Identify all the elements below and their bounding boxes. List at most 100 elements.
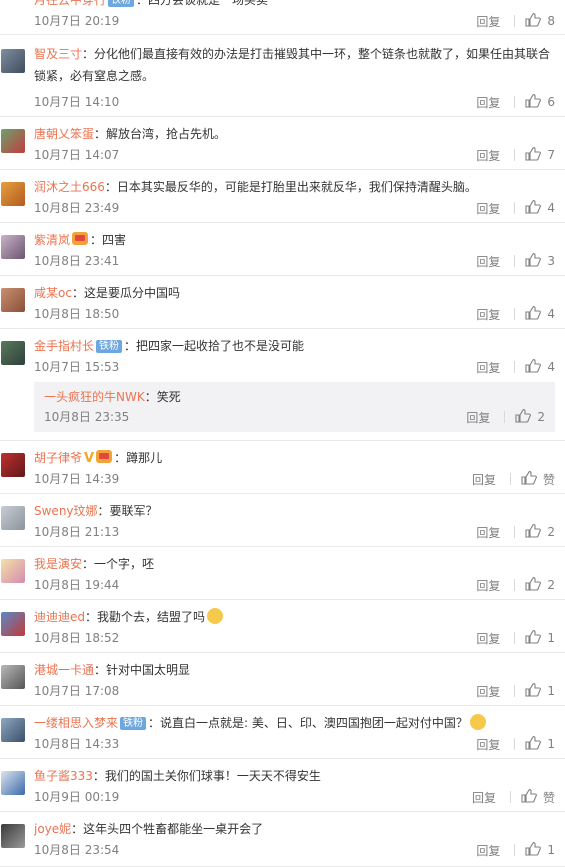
- like-button[interactable]: 4: [525, 199, 555, 217]
- comment-actions: 回复 2: [476, 523, 555, 541]
- vip-badge-icon: [96, 450, 113, 463]
- reply-button[interactable]: 回复: [476, 306, 500, 323]
- user-avatar[interactable]: [1, 288, 25, 312]
- like-button[interactable]: 1: [525, 629, 555, 647]
- action-divider: [514, 738, 516, 750]
- like-button[interactable]: 3: [525, 252, 555, 270]
- like-button[interactable]: 2: [525, 523, 555, 541]
- username-link[interactable]: Sweny玟娜: [34, 504, 98, 518]
- comment-text: ：我们的国土关你们球事！一天天不得安生: [92, 769, 321, 783]
- username-link[interactable]: 迪迪迪ed: [34, 610, 85, 624]
- user-avatar[interactable]: [1, 453, 25, 477]
- user-avatar[interactable]: [1, 718, 25, 742]
- reply-button[interactable]: 回复: [476, 683, 500, 700]
- like-button[interactable]: 赞: [521, 788, 555, 806]
- comment-time: 10月8日 23:49: [34, 201, 120, 215]
- username-link[interactable]: 胡子律爷: [34, 451, 82, 465]
- username-link[interactable]: 紫清岚: [34, 233, 70, 247]
- username-link[interactable]: 月在云中穿行: [34, 0, 106, 7]
- like-button[interactable]: 6: [525, 93, 555, 111]
- like-button[interactable]: 8: [525, 12, 555, 30]
- reply-button[interactable]: 回复: [476, 200, 500, 217]
- like-button[interactable]: 2: [515, 408, 545, 426]
- reply-button[interactable]: 回复: [476, 736, 500, 753]
- username-link[interactable]: 鱼子酱333: [34, 769, 93, 783]
- comment-actions: 回复 4: [476, 305, 555, 323]
- comment-content: 月在云中穿行 铁粉 ：四方会谈就是一场买卖: [34, 0, 555, 11]
- user-avatar[interactable]: [1, 824, 25, 848]
- comment-content: 唐朝乂笨蛋：解放台湾，抢占先机。: [34, 123, 555, 145]
- username-link[interactable]: 智及三寸: [34, 47, 82, 61]
- comment-item: 月在云中穿行 铁粉 ：四方会谈就是一场买卖 10月7日 20:19 回复 8: [0, 0, 565, 35]
- username-link[interactable]: joye妮: [34, 822, 71, 836]
- thumbs-up-icon: [525, 682, 547, 700]
- comment-item: joye妮：这年头四个牲畜都能坐一桌开会了 10月8日 23:54 回复 1: [0, 812, 565, 867]
- action-divider: [514, 579, 516, 591]
- like-button[interactable]: 赞: [521, 470, 555, 488]
- reply-button[interactable]: 回复: [476, 630, 500, 647]
- comment-item: 智及三寸：分化他们最直接有效的办法是打击摧毁其中一环，整个链条也就散了，如果任由…: [0, 35, 565, 117]
- comment-content: 一头疯狂的牛NWK：笑死: [44, 386, 545, 408]
- comment-item: 我是演安：一个字，呸 10月8日 19:44 回复 2: [0, 547, 565, 600]
- username-link[interactable]: 港城一卡通: [34, 663, 94, 677]
- reply-button[interactable]: 回复: [476, 253, 500, 270]
- user-avatar[interactable]: [1, 341, 25, 365]
- reply-button[interactable]: 回复: [476, 13, 500, 30]
- reply-button[interactable]: 回复: [476, 147, 500, 164]
- username-link[interactable]: 唐朝乂笨蛋: [34, 127, 94, 141]
- action-divider: [509, 791, 511, 803]
- user-avatar[interactable]: [1, 665, 25, 689]
- reply-button[interactable]: 回复: [476, 524, 500, 541]
- reply-button[interactable]: 回复: [472, 789, 496, 806]
- username-link[interactable]: 金手指村长: [34, 339, 94, 353]
- comment-time: 10月7日 14:07: [34, 148, 120, 162]
- user-avatar[interactable]: [1, 559, 25, 583]
- user-avatar[interactable]: [1, 612, 25, 636]
- comment-actions: 回复 4: [476, 358, 555, 376]
- like-button[interactable]: 7: [525, 146, 555, 164]
- user-avatar[interactable]: [1, 771, 25, 795]
- comment-item: 一缕相思入梦来 铁粉 ：说直白一点就是: 美、日、印、澳四国抱团一起对付中国？ 10月…: [0, 706, 565, 759]
- username-link[interactable]: 一头疯狂的牛NWK: [44, 390, 145, 404]
- reply-button[interactable]: 回复: [466, 409, 490, 426]
- comment-actions: 回复 赞: [472, 788, 555, 806]
- like-button[interactable]: 2: [525, 576, 555, 594]
- fan-badge: 铁粉: [96, 340, 123, 353]
- thumbs-up-icon: [521, 470, 543, 488]
- like-button[interactable]: 1: [525, 735, 555, 753]
- comment-actions: 回复 4: [476, 199, 555, 217]
- reply-button[interactable]: 回复: [472, 471, 496, 488]
- comment-text: ：一个字，呸: [82, 557, 155, 571]
- user-avatar[interactable]: [1, 506, 25, 530]
- user-avatar[interactable]: [1, 129, 25, 153]
- thumbs-up-icon: [525, 146, 547, 164]
- user-avatar[interactable]: [1, 182, 25, 206]
- comment-content: 一缕相思入梦来 铁粉 ：说直白一点就是: 美、日、印、澳四国抱团一起对付中国？: [34, 712, 555, 734]
- action-divider: [514, 685, 516, 697]
- like-button[interactable]: 1: [525, 682, 555, 700]
- username-link[interactable]: 咸某oc: [34, 286, 72, 300]
- username-link[interactable]: 一缕相思入梦来: [34, 716, 118, 730]
- reply-button[interactable]: 回复: [476, 577, 500, 594]
- vip-badge-icon: [72, 232, 89, 245]
- comment-item: 鱼子酱333：我们的国土关你们球事！一天天不得安生 10月9日 00:19 回复 赞: [0, 759, 565, 812]
- user-avatar[interactable]: [1, 235, 25, 259]
- comment-text: ：把四家一起收拾了也不是没可能: [124, 339, 305, 353]
- action-divider: [514, 15, 516, 27]
- like-count: 1: [547, 737, 555, 751]
- reply-button[interactable]: 回复: [476, 842, 500, 859]
- like-button[interactable]: 4: [525, 358, 555, 376]
- like-button[interactable]: 4: [525, 305, 555, 323]
- like-count: 4: [547, 360, 555, 374]
- comment-content: joye妮：这年头四个牲畜都能坐一桌开会了: [34, 818, 555, 840]
- reply-button[interactable]: 回复: [476, 94, 500, 111]
- reply-button[interactable]: 回复: [476, 359, 500, 376]
- comment-text: ：分化他们最直接有效的办法是打击摧毁其中一环，整个链条也就散了，如果任由其联合锁…: [34, 47, 551, 83]
- like-button[interactable]: 1: [525, 841, 555, 859]
- username-link[interactable]: 我是演安: [34, 557, 82, 571]
- username-link[interactable]: 润沐之土666: [34, 180, 105, 194]
- user-avatar[interactable]: [1, 49, 25, 73]
- like-count: 1: [547, 843, 555, 857]
- comment-actions: 回复 1: [476, 735, 555, 753]
- comment-text: ：针对中国太明显: [94, 663, 191, 677]
